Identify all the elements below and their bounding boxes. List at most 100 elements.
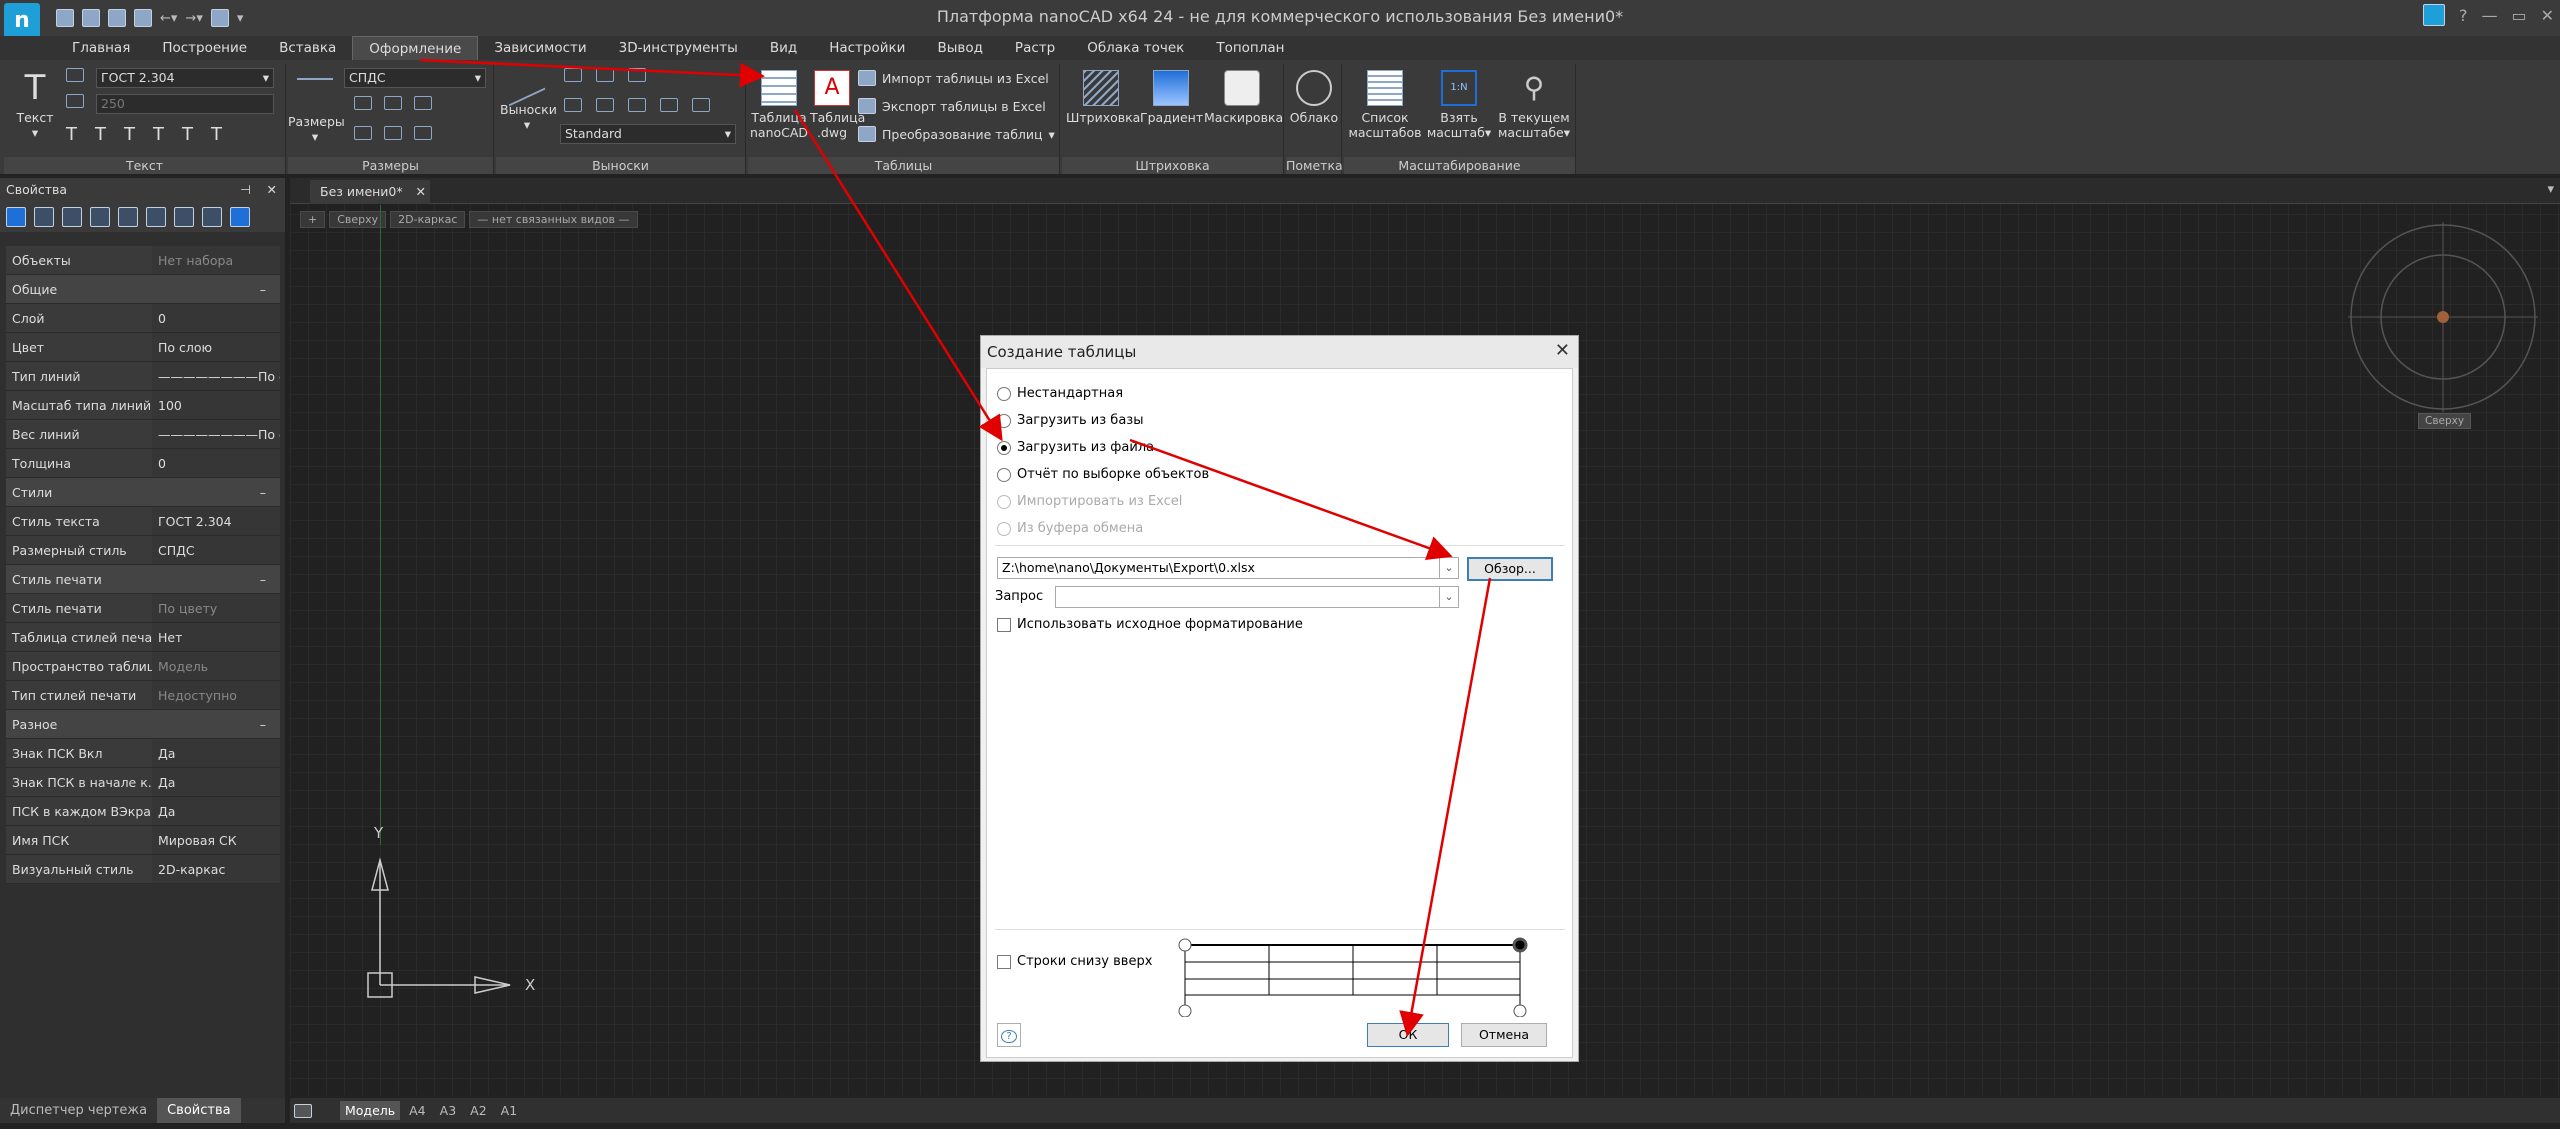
deselect-icon[interactable]: [202, 207, 222, 227]
text-tool-4-icon[interactable]: T: [153, 124, 164, 145]
text-button[interactable]: T Текст ▾: [10, 70, 60, 140]
gradient-button[interactable]: Градиент: [1140, 70, 1203, 125]
property-value[interactable]: ————————По с...: [152, 420, 280, 448]
layout-a1[interactable]: A1: [496, 1101, 523, 1120]
property-row[interactable]: Масштаб типа линий 100: [6, 391, 280, 420]
property-category[interactable]: Разное –: [6, 710, 280, 739]
cancel-button[interactable]: Отмена: [1461, 1023, 1547, 1047]
property-row[interactable]: ПСК в каждом ВЭкране Да: [6, 797, 280, 826]
property-row[interactable]: Тип стилей печати Недоступно: [6, 681, 280, 710]
pin-icon[interactable]: ⊣: [240, 178, 251, 202]
rows-bottom-up-checkbox[interactable]: Строки снизу вверх: [997, 954, 1152, 969]
property-value[interactable]: По цвету: [152, 594, 280, 622]
file-path-dropdown[interactable]: ⌄: [1439, 557, 1459, 579]
table-dwg-button[interactable]: A Таблица .dwg: [810, 70, 865, 140]
property-value[interactable]: По слою: [152, 333, 280, 361]
dim-diameter-icon[interactable]: [414, 126, 432, 140]
radio-report-dot[interactable]: [997, 467, 1011, 482]
property-value[interactable]: Нет: [152, 623, 280, 651]
leader-tool-6-icon[interactable]: [628, 98, 646, 112]
tab-properties[interactable]: Свойства: [157, 1098, 241, 1123]
property-row[interactable]: Цвет По слою: [6, 333, 280, 362]
import-excel-button[interactable]: Импорт таблицы из Excel: [858, 70, 1049, 86]
leader-tool-3-icon[interactable]: [628, 68, 646, 82]
viewport-plus[interactable]: +: [300, 211, 326, 228]
leader-tool-4-icon[interactable]: [564, 98, 582, 112]
layout-a4[interactable]: A4: [404, 1101, 431, 1120]
rows-bottom-up-box[interactable]: [997, 954, 1011, 969]
collapse-icon[interactable]: –: [260, 478, 266, 507]
file-path-input[interactable]: Z:\home\nano\Документы\Export\0.xlsx: [997, 557, 1440, 579]
property-value[interactable]: 2D-каркас: [152, 855, 280, 883]
query-input[interactable]: [1055, 586, 1440, 608]
text-tool-3-icon[interactable]: T: [124, 124, 135, 145]
leaders-button[interactable]: Выноски ▾: [500, 61, 557, 132]
property-category[interactable]: Стиль печати –: [6, 565, 280, 594]
radio-custom[interactable]: Нестандартная: [997, 386, 1123, 401]
viewport-style[interactable]: 2D-каркас: [390, 211, 466, 228]
property-value[interactable]: Да: [152, 768, 280, 796]
radio-file-dot[interactable]: [997, 440, 1011, 455]
property-value[interactable]: Да: [152, 739, 280, 767]
tab-point-clouds[interactable]: Облака точек: [1071, 36, 1200, 60]
text-tool-6-icon[interactable]: T: [211, 124, 222, 145]
settings-icon[interactable]: [230, 207, 250, 227]
use-format-box[interactable]: [997, 617, 1011, 632]
viewport-view[interactable]: Сверху: [329, 211, 387, 228]
property-row[interactable]: Знак ПСК Вкл Да: [6, 739, 280, 768]
tab-drawing-manager[interactable]: Диспетчер чертежа: [0, 1098, 157, 1123]
quick-select-icon[interactable]: [174, 207, 194, 227]
ok-button[interactable]: ОК: [1367, 1023, 1449, 1047]
collapse-icon[interactable]: –: [260, 275, 266, 304]
leader-tool-8-icon[interactable]: [692, 98, 710, 112]
property-value[interactable]: ГОСТ 2.304: [152, 507, 280, 535]
property-value[interactable]: 0: [152, 304, 280, 332]
tab-insert[interactable]: Вставка: [263, 36, 352, 60]
property-row[interactable]: Тип линий————————По с...: [6, 362, 280, 391]
leader-tool-7-icon[interactable]: [660, 98, 678, 112]
table-nanocad-button[interactable]: Таблица nanoCAD: [750, 70, 808, 140]
radio-custom-dot[interactable]: [997, 386, 1011, 401]
property-value[interactable]: Да: [152, 797, 280, 825]
select-crossing-icon[interactable]: [90, 207, 110, 227]
doc-menu-icon[interactable]: ▾: [2547, 182, 2554, 197]
layout-model[interactable]: Модель: [340, 1101, 401, 1120]
property-value[interactable]: Мировая СК: [152, 826, 280, 854]
query-dropdown[interactable]: ⌄: [1439, 586, 1459, 608]
use-source-format-checkbox[interactable]: Использовать исходное форматирование: [997, 617, 1303, 632]
leader-style-select[interactable]: Standard ▾: [560, 124, 736, 144]
select-similar-icon[interactable]: [118, 207, 138, 227]
property-row[interactable]: Визуальный стиль 2D-каркас: [6, 855, 280, 884]
tab-main[interactable]: Главная: [56, 36, 146, 60]
collapse-icon[interactable]: –: [260, 565, 266, 594]
dim-aligned-icon[interactable]: [384, 96, 402, 110]
browse-button[interactable]: Обзор...: [1467, 557, 1553, 581]
tab-constraints[interactable]: Зависимости: [478, 36, 602, 60]
leader-tool-5-icon[interactable]: [596, 98, 614, 112]
tab-topoplan[interactable]: Топоплан: [1200, 36, 1300, 60]
radio-database-dot[interactable]: [997, 413, 1011, 428]
tab-build[interactable]: Построение: [146, 36, 263, 60]
radio-from-database[interactable]: Загрузить из базы: [997, 413, 1143, 428]
workspace-icon[interactable]: [2422, 4, 2445, 26]
property-category[interactable]: Общие –: [6, 275, 280, 304]
tab-view[interactable]: Вид: [754, 36, 813, 60]
property-value[interactable]: СПДС: [152, 536, 280, 564]
property-value[interactable]: Недоступно: [152, 681, 280, 709]
property-row[interactable]: Стиль текста ГОСТ 2.304: [6, 507, 280, 536]
collapse-icon[interactable]: –: [260, 710, 266, 739]
property-value[interactable]: 100: [152, 391, 280, 419]
dim-style-select[interactable]: СПДС ▾: [344, 68, 486, 88]
property-row[interactable]: Объекты Нет набора: [6, 246, 280, 275]
property-row[interactable]: Пространство таблиц... Модель: [6, 652, 280, 681]
viewport-linked[interactable]: — нет связанных видов —: [469, 211, 638, 228]
layout-a3[interactable]: A3: [435, 1101, 462, 1120]
property-row[interactable]: Стиль печати По цвету: [6, 594, 280, 623]
property-category[interactable]: Стили –: [6, 478, 280, 507]
tab-settings[interactable]: Настройки: [813, 36, 921, 60]
property-value[interactable]: Модель: [152, 652, 280, 680]
tab-annotate[interactable]: Оформление: [352, 36, 479, 60]
cloud-button[interactable]: Облако: [1288, 70, 1340, 125]
filter-icon[interactable]: [146, 207, 166, 227]
dialog-close-icon[interactable]: ✕: [1555, 340, 1570, 361]
